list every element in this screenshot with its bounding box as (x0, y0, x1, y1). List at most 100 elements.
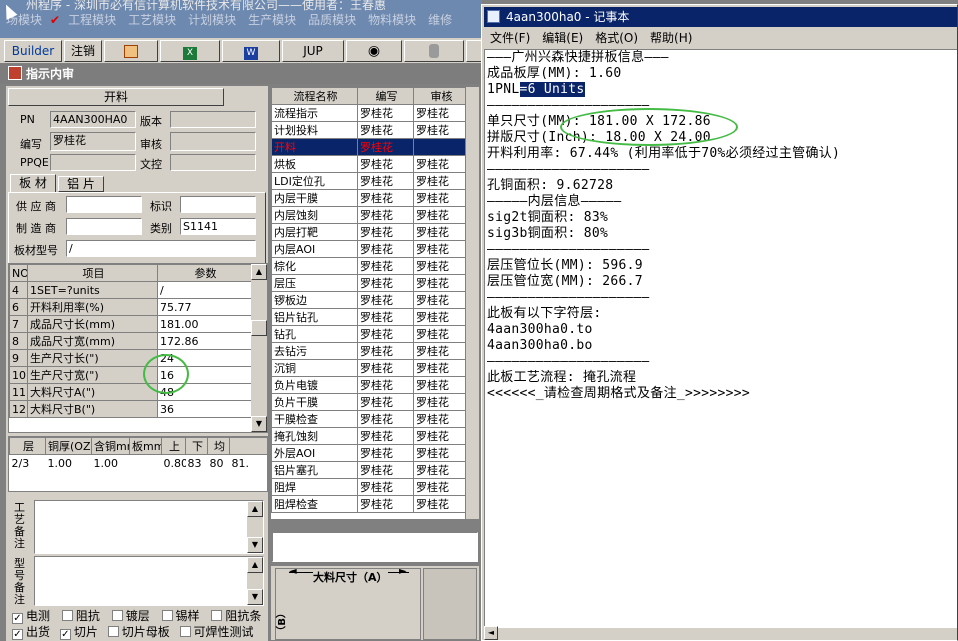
inner-window-title: 指示内审 (0, 64, 482, 84)
table-row[interactable]: 9 生产尺寸长(") 24 (9, 349, 252, 367)
table-row[interactable]: 内层AOI 罗桂花 罗桂花 (271, 240, 468, 258)
scroll-up-icon[interactable]: ▲ (247, 557, 263, 573)
check-impedance[interactable]: 阻抗 (61, 609, 100, 623)
tab-bancai[interactable]: 板 材 (10, 174, 56, 192)
menu-item-gongyi[interactable]: 工艺模块 (122, 12, 182, 34)
params-scrollbar[interactable]: ▲ ▼ (251, 264, 267, 432)
flow-col-name[interactable]: 流程名称 (271, 87, 358, 105)
scroll-left-icon[interactable]: ◄ (484, 626, 498, 640)
params-col-value[interactable]: 参数 (157, 264, 252, 282)
table-row[interactable]: 阻焊 罗桂花 罗桂花 (271, 478, 468, 496)
category-field[interactable]: S1141 (180, 218, 256, 235)
maker-field[interactable] (66, 218, 142, 235)
pn-field[interactable]: 4AAN300HA0 (50, 111, 136, 128)
table-row[interactable]: 烘板 罗桂花 罗桂花 (271, 155, 468, 173)
model-notes-scrollbar[interactable]: ▲ ▼ (247, 557, 263, 605)
table-row[interactable]: 7 成品尺寸长(mm) 181.00 (9, 315, 252, 333)
supplier-field[interactable] (66, 196, 142, 213)
flow-col-author[interactable]: 编写 (357, 87, 414, 105)
builder-button[interactable]: Builder (4, 40, 62, 62)
flow-note-field[interactable] (272, 532, 478, 562)
table-row[interactable]: 铝片钻孔 罗桂花 罗桂花 (271, 308, 468, 326)
scroll-up-icon[interactable]: ▲ (247, 501, 263, 517)
table-row[interactable]: 流程指示 罗桂花 罗桂花 (271, 104, 468, 122)
table-row[interactable]: 2/3 1.00 1.00 0.80 83 80 81. (10, 455, 268, 472)
table-row[interactable]: 4 1SET=?units / (9, 281, 252, 299)
model-notes-field[interactable]: ▲ ▼ (34, 556, 264, 606)
scroll-thumb[interactable] (251, 320, 267, 336)
params-col-item[interactable]: 项目 (27, 264, 158, 282)
table-row[interactable]: 沉铜 罗桂花 罗桂花 (271, 359, 468, 377)
reviewer-field[interactable] (170, 132, 256, 151)
table-row[interactable]: 12 大料尺寸B(") 36 (9, 400, 252, 418)
table-row[interactable]: 负片电镀 罗桂花 罗桂花 (271, 376, 468, 394)
table-row[interactable]: 6 开料利用率(%) 75.77 (9, 298, 252, 316)
check-tin-sample[interactable]: 锡样 (161, 609, 200, 623)
table-row[interactable]: 内层干膜 罗桂花 罗桂花 (271, 189, 468, 207)
scroll-down-icon[interactable]: ▼ (247, 589, 263, 605)
word-button[interactable]: W (222, 40, 280, 62)
board-model-field[interactable]: / (66, 240, 256, 257)
menu-file[interactable]: 文件(F) (484, 29, 536, 47)
table-row[interactable]: 内层打靶 罗桂花 罗桂花 (271, 223, 468, 241)
menu-item-wuliao[interactable]: 物料模块 (362, 12, 422, 34)
flow-scrollbar[interactable] (465, 87, 479, 519)
menu-item-pinzhi[interactable]: 品质模块 (302, 12, 362, 34)
table-row[interactable]: 内层蚀刻 罗桂花 罗桂花 (271, 206, 468, 224)
check-section-mother[interactable]: 切片母板 (107, 625, 170, 639)
tab-lvpian[interactable]: 铝 片 (58, 176, 104, 192)
table-row[interactable]: 10 生产尺寸宽(") 16 (9, 366, 252, 384)
table-row[interactable]: LDI定位孔 罗桂花 罗桂花 (271, 172, 468, 190)
check-impedance-strip[interactable]: 阻抗条 (211, 609, 261, 623)
table-row[interactable]: 负片干膜 罗桂花 罗桂花 (271, 393, 468, 411)
scroll-down-icon[interactable]: ▼ (251, 416, 267, 432)
check-section[interactable]: ✓ 切片 (59, 625, 98, 640)
table-row[interactable]: 11 大料尺寸A(") 48 (9, 383, 252, 401)
kailiao-panel: 开料 PN 4AAN300HA0 版本 编写 罗桂花 审核 PPQE 文控 板 … (6, 86, 268, 641)
table-row[interactable]: 铝片塞孔 罗桂花 罗桂花 (271, 461, 468, 479)
menu-help[interactable]: 帮助(H) (644, 29, 698, 47)
menu-item-jihua[interactable]: 计划模块 (182, 12, 242, 34)
params-col-no[interactable]: NO (9, 264, 28, 282)
table-row[interactable]: 层压 罗桂花 罗桂花 (271, 274, 468, 292)
version-field[interactable] (170, 111, 256, 128)
table-row[interactable]: 干膜检查 罗桂花 罗桂花 (271, 410, 468, 428)
table-row[interactable]: 锣板边 罗桂花 罗桂花 (271, 291, 468, 309)
menu-format[interactable]: 格式(O) (589, 29, 644, 47)
scroll-down-icon[interactable]: ▼ (247, 537, 263, 553)
notepad-hscrollbar[interactable]: ◄ (484, 626, 957, 640)
process-notes-field[interactable]: ▲ ▼ (34, 500, 264, 554)
doc-control-field[interactable] (170, 154, 256, 171)
ppqe-field[interactable] (50, 154, 136, 171)
check-electrical-test[interactable]: ✓ 电测 (12, 609, 50, 624)
database-button[interactable] (404, 40, 464, 62)
table-row[interactable]: 棕化 罗桂花 罗桂花 (271, 257, 468, 275)
table-row[interactable]: 钻孔 罗桂花 罗桂花 (271, 325, 468, 343)
check-plating[interactable]: 镀层 (111, 609, 150, 623)
table-row[interactable]: 掩孔蚀刻 罗桂花 罗桂花 (271, 427, 468, 445)
menu-item-gongcheng[interactable]: 工程模块 (62, 12, 122, 34)
menu-item-shengchan[interactable]: 生产模块 (242, 12, 302, 34)
text-line: sig2t铜面积: 83% (487, 210, 609, 225)
table-row[interactable]: 计划投料 罗桂花 罗桂花 (271, 121, 468, 139)
table-row[interactable]: 8 成品尺寸宽(mm) 172.86 (9, 332, 252, 350)
table-row[interactable]: 阻焊检查 罗桂花 罗桂花 (271, 495, 468, 513)
menu-edit[interactable]: 编辑(E) (536, 29, 589, 47)
view-button[interactable]: ◉ (346, 40, 402, 62)
logout-button[interactable]: 注销 (64, 40, 102, 62)
scroll-up-icon[interactable]: ▲ (251, 264, 267, 280)
notes-scrollbar[interactable]: ▲ ▼ (247, 501, 263, 553)
table-row[interactable]: 去钻污 罗桂花 罗桂花 (271, 342, 468, 360)
more-button[interactable] (466, 40, 482, 62)
table-row[interactable]: 开料 罗桂花 (271, 138, 468, 156)
flow-col-reviewer[interactable]: 审核 (413, 87, 468, 105)
report-button[interactable] (104, 40, 158, 62)
check-solderability[interactable]: 可焊性测试 (179, 625, 254, 639)
excel-button[interactable]: X (160, 40, 220, 62)
author-field[interactable]: 罗桂花 (50, 132, 136, 151)
jup-button[interactable]: JUP (282, 40, 344, 62)
table-row[interactable]: 外层AOI 罗桂花 罗桂花 (271, 444, 468, 462)
check-shipping[interactable]: ✓ 出货 (12, 625, 50, 640)
mark-field[interactable] (180, 196, 256, 213)
menu-item-weixiu[interactable]: 维修 (422, 12, 458, 34)
